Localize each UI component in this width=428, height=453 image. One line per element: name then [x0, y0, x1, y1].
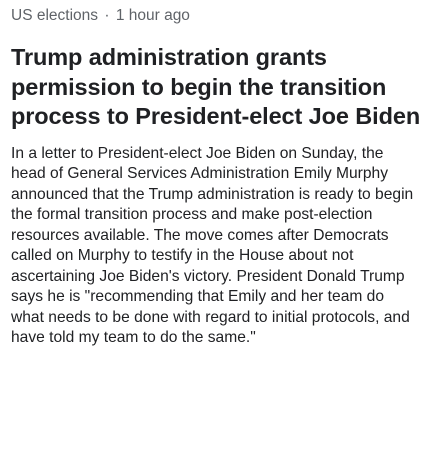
meta-separator: · — [104, 7, 110, 24]
category-label[interactable]: US elections — [11, 7, 98, 24]
story-headline[interactable]: Trump administration grants permission t… — [11, 43, 421, 132]
timestamp: 1 hour ago — [115, 7, 190, 24]
story-summary: In a letter to President-elect Joe Biden… — [11, 144, 414, 347]
news-story-card[interactable]: US elections · 1 hour ago Trump administ… — [11, 6, 421, 349]
story-meta: US elections · 1 hour ago — [11, 6, 421, 26]
